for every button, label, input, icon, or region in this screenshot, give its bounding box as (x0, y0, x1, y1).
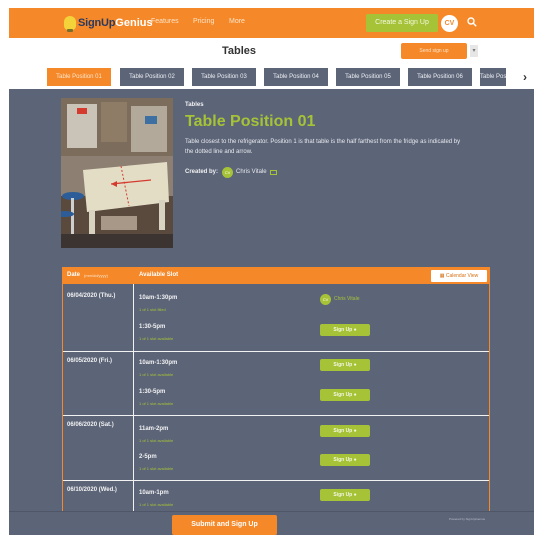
slot-status: 1 of 1 slot available (139, 336, 174, 341)
date-cell: 06/06/2020 (Sat.) (67, 422, 114, 428)
sign-up-button[interactable]: Sign Up ● (320, 324, 370, 336)
participant-avatar: CV (320, 293, 331, 305)
slot-table: Date (mm/dd/yyyy) Available Slot ▦ Calen… (62, 267, 490, 518)
sign-up-button[interactable]: Sign Up ● (320, 489, 370, 501)
row-divider (63, 480, 489, 481)
filled-slot: CV Chris Vitale (320, 293, 359, 305)
creator-avatar: CV (222, 166, 234, 178)
column-header-date: Date (67, 272, 81, 278)
calendar-view-label: Calendar View (445, 273, 479, 279)
tab-table-position-06[interactable]: Table Position 06 (408, 68, 472, 86)
participant-name: Chris Vitale (334, 296, 360, 302)
row-divider (63, 415, 489, 416)
column-header-available-slot: Available Slot (139, 272, 179, 278)
date-cell: 06/10/2020 (Wed.) (67, 487, 117, 493)
date-format-hint: (mm/dd/yyyy) (84, 273, 108, 278)
item-title: Table Position 01 (185, 113, 316, 130)
send-signup-button[interactable]: Send sign up (401, 43, 467, 59)
browser-viewport: SignUp Genius Features Pricing More Creat… (9, 8, 534, 535)
slot-time: 1:30-5pm (139, 389, 166, 395)
sign-up-button[interactable]: Sign Up ● (320, 454, 370, 466)
slot-time: 10am-1:30pm (139, 295, 178, 301)
sign-up-button[interactable]: Sign Up ● (320, 389, 370, 401)
table-header: Date (mm/dd/yyyy) Available Slot ▦ Calen… (63, 268, 489, 284)
item-category: Tables (185, 102, 204, 108)
slot-time: 10am-1:30pm (139, 360, 178, 366)
created-by-label: Created by: (185, 169, 219, 175)
tab-table-position-05[interactable]: Table Position 05 (336, 68, 400, 86)
row-divider (63, 351, 489, 352)
slot-time: 1:30-5pm (139, 324, 166, 330)
nav-link-features[interactable]: Features (151, 18, 179, 25)
user-avatar[interactable]: CV (441, 15, 458, 32)
sign-up-label: Sign Up (333, 492, 353, 498)
date-cell: 06/04/2020 (Thu.) (67, 293, 116, 299)
sticky-footer: Submit and Sign Up Powered by SignUpGeni… (9, 511, 534, 535)
signup-content: Tables Table Position 01 Table closest t… (9, 89, 534, 518)
logo-text-genius: Genius (115, 17, 153, 29)
sign-up-label: Sign Up (333, 392, 353, 398)
created-by-row: Created by: CV Chris Vitale (185, 166, 277, 178)
slot-status: 1 of 1 slot available (139, 372, 174, 377)
slot-status: 1 of 1 slot available (139, 401, 174, 406)
slot-time: 11am-2pm (139, 426, 169, 432)
tab-table-position-03[interactable]: Table Position 03 (192, 68, 256, 86)
logo-text-signup: SignUp (78, 17, 116, 29)
slot-status: 1 of 1 slot filled (139, 307, 166, 312)
page-header: Tables Send sign up ▾ (9, 38, 534, 66)
slot-status: 1 of 1 slot available (139, 466, 174, 471)
slot-status: 1 of 1 slot available (139, 438, 174, 443)
tab-table-position-01[interactable]: Table Position 01 (47, 68, 111, 86)
search-icon[interactable] (467, 17, 477, 27)
slot-status: 1 of 1 slot available (139, 502, 174, 507)
page-title: Tables (221, 45, 257, 57)
creator-name[interactable]: Chris Vitale (236, 169, 267, 175)
sign-up-label: Sign Up (333, 428, 353, 434)
column-divider (133, 284, 134, 518)
date-cell: 06/05/2020 (Fri.) (67, 358, 113, 364)
sign-up-label: Sign Up (333, 327, 353, 333)
slot-time: 10am-1pm (139, 490, 169, 496)
nav-link-pricing[interactable]: Pricing (193, 18, 214, 25)
create-signup-button[interactable]: Create a Sign Up (366, 14, 438, 32)
submit-and-sign-up-button[interactable]: Submit and Sign Up (172, 515, 277, 535)
top-navigation-bar: SignUp Genius Features Pricing More Creat… (9, 8, 534, 38)
table-photo (61, 98, 173, 248)
tab-next-arrow-icon[interactable]: › (523, 70, 527, 84)
sign-up-button[interactable]: Sign Up ● (320, 425, 370, 437)
nav-link-more[interactable]: More (229, 18, 245, 25)
sign-up-button[interactable]: Sign Up ● (320, 359, 370, 371)
more-options-caret[interactable]: ▾ (470, 45, 478, 57)
slot-time: 2-5pm (139, 454, 157, 460)
calendar-view-button[interactable]: ▦ Calendar View (431, 270, 487, 282)
item-description: Table closest to the refrigerator. Posit… (185, 139, 461, 155)
sign-up-label: Sign Up (333, 457, 353, 463)
tab-table-position-02[interactable]: Table Position 02 (120, 68, 184, 86)
tab-table-position-04[interactable]: Table Position 04 (264, 68, 328, 86)
signupgenius-logo[interactable]: SignUp Genius (64, 15, 153, 32)
tab-bar: Table Position 01 Table Position 02 Tabl… (9, 66, 534, 89)
mail-icon[interactable] (269, 169, 277, 175)
tab-table-position-07[interactable]: Table Position 07 (480, 68, 506, 86)
sign-up-label: Sign Up (333, 362, 353, 368)
lightbulb-icon (64, 16, 76, 32)
footer-note: Powered by SignUpGenius (449, 517, 486, 521)
